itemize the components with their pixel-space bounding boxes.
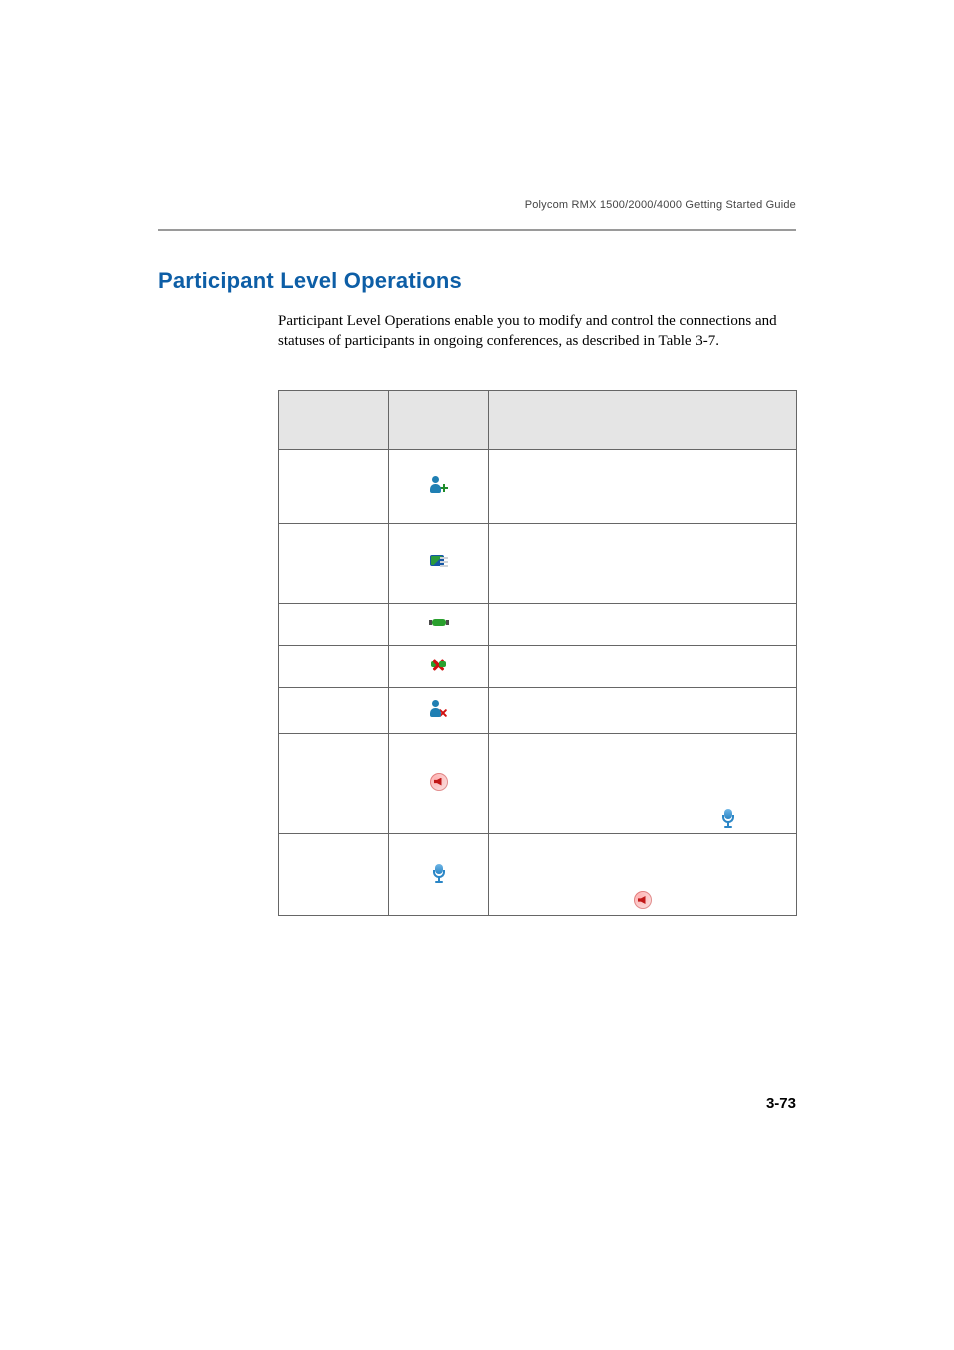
table-row	[279, 834, 797, 916]
cell-desc	[489, 450, 797, 524]
person-x-icon	[430, 700, 448, 718]
cell-label	[279, 450, 389, 524]
top-rule	[158, 229, 796, 231]
operations-table	[278, 390, 797, 916]
cell-label	[279, 524, 389, 604]
mute-icon	[430, 773, 448, 791]
unmute-icon	[431, 864, 447, 882]
table-header-row	[279, 391, 797, 450]
details-icon	[430, 553, 448, 571]
mute-icon	[634, 891, 652, 909]
cell-desc	[489, 734, 797, 834]
cell-label	[279, 834, 389, 916]
cell-icon	[389, 450, 489, 524]
table-row	[279, 734, 797, 834]
running-head: Polycom RMX 1500/2000/4000 Getting Start…	[158, 199, 796, 211]
cell-label	[279, 688, 389, 734]
intro-paragraph: Participant Level Operations enable you …	[278, 312, 796, 351]
connect-icon	[429, 616, 449, 630]
page: Polycom RMX 1500/2000/4000 Getting Start…	[0, 0, 954, 1350]
cell-desc	[489, 604, 797, 646]
cell-icon	[389, 834, 489, 916]
person-plus-icon	[430, 476, 448, 494]
cell-desc	[489, 834, 797, 916]
table-header-1	[279, 391, 389, 450]
table-header-3	[489, 391, 797, 450]
table-header-2	[389, 391, 489, 450]
table-row	[279, 688, 797, 734]
page-number: 3-73	[766, 1095, 796, 1112]
cell-label	[279, 646, 389, 688]
section-heading: Participant Level Operations	[158, 268, 796, 294]
cell-icon	[389, 734, 489, 834]
unmute-icon	[720, 809, 736, 827]
cell-icon	[389, 524, 489, 604]
cell-desc	[489, 524, 797, 604]
table-row	[279, 646, 797, 688]
table-row	[279, 604, 797, 646]
cell-desc	[489, 688, 797, 734]
disconnect-icon	[429, 657, 449, 673]
cell-label	[279, 734, 389, 834]
cell-icon	[389, 688, 489, 734]
cell-label	[279, 604, 389, 646]
cell-desc	[489, 646, 797, 688]
cell-icon	[389, 646, 489, 688]
table-row	[279, 524, 797, 604]
table-row	[279, 450, 797, 524]
cell-icon	[389, 604, 489, 646]
